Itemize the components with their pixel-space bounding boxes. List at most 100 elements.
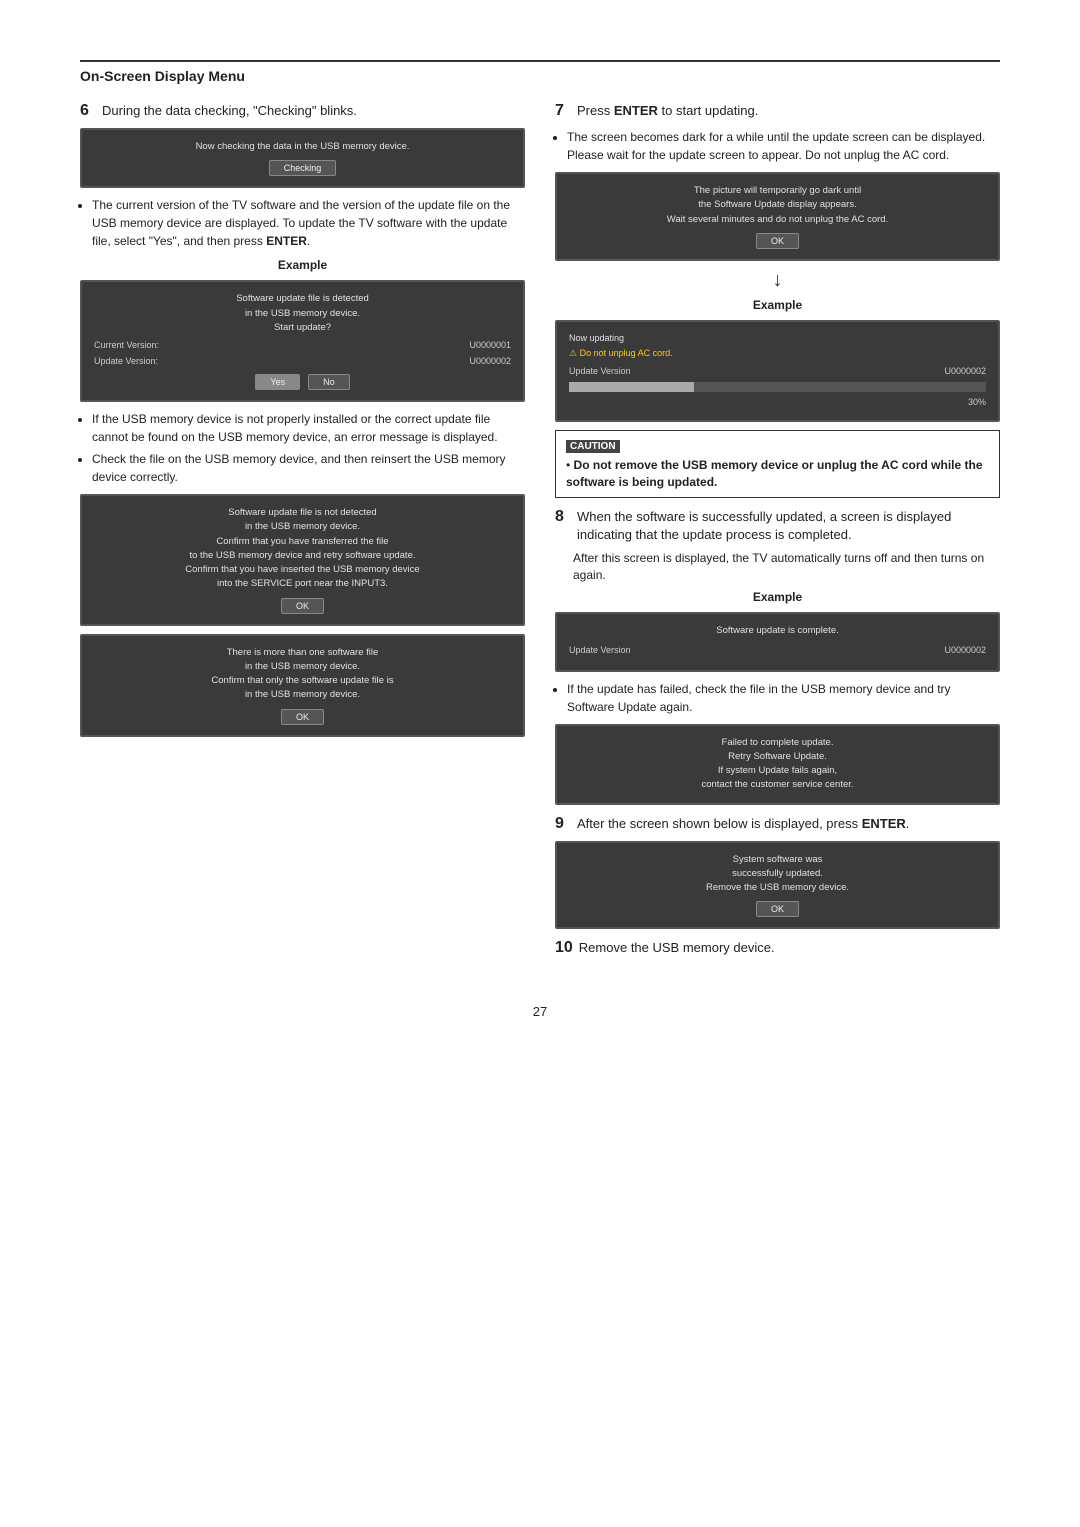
step9-screen1: System software was successfully updated… [555,841,1000,930]
step6-current-version-label: Current Version: [94,339,159,353]
step8-update-version-label: Update Version [569,644,631,658]
step7-screen1-line2: the Software Update display appears. [569,198,986,212]
step6-example-label: Example [80,258,525,272]
caution-title: CAUTION [566,440,620,453]
step6-screen4-body: There is more than one software file in … [94,646,511,703]
step8-update-version-value: U0000002 [944,644,986,658]
step6-bullets2: If the USB memory device is not properly… [92,410,525,486]
step9-text: After the screen shown below is displaye… [577,815,909,833]
step8-subtext: After this screen is displayed, the TV a… [573,550,1000,584]
step6-screen4-line2: in the USB memory device. [94,660,511,674]
step7-number: 7 [555,102,571,120]
step6-screen2-line3: Start update? [94,321,511,335]
step6-yes-btn: Yes [255,374,300,390]
step6-bullets: The current version of the TV software a… [92,196,525,250]
step8-text: When the software is successfully update… [577,508,1000,544]
step9-ok-btn: OK [756,901,799,917]
right-column: 7 Press ENTER to start updating. The scr… [555,102,1000,964]
step10-header: 10 Remove the USB memory device. [555,939,1000,957]
step7-screen1-line1: The picture will temporarily go dark unt… [569,184,986,198]
step6-text: During the data checking, "Checking" bli… [102,102,357,120]
step10-text: Remove the USB memory device. [579,939,775,957]
step8-screen1-line1: Software update is complete. [569,624,986,638]
arrow-down-icon: ↓ [555,269,1000,292]
step8-screen2-body: Failed to complete update. Retry Softwar… [569,736,986,793]
step6-screen3-line5: Confirm that you have inserted the USB m… [94,563,511,577]
step6-no-btn: No [308,374,350,390]
step8-number: 8 [555,508,571,544]
page-number: 27 [80,1004,1000,1019]
step8-bullets: If the update has failed, check the file… [567,680,1000,716]
step7-now-updating: Now updating [569,332,986,346]
step8-screen2-line1: Failed to complete update. [569,736,986,750]
step8-screen2: Failed to complete update. Retry Softwar… [555,724,1000,805]
step7-screen1-ok-btn: OK [756,233,799,249]
step6-screen3-line3: Confirm that you have transferred the fi… [94,535,511,549]
step7-bullet1: The screen becomes dark for a while unti… [567,128,1000,164]
step9-screen1-line2: successfully updated. [569,867,986,881]
section-header: On-Screen Display Menu [80,60,1000,84]
step10-number: 10 [555,939,573,957]
step6-screen4-line3: Confirm that only the software update fi… [94,674,511,688]
step7-screen1: The picture will temporarily go dark unt… [555,172,1000,261]
step9-screen1-line3: Remove the USB memory device. [569,881,986,895]
step6-screen3-ok-btn: OK [281,598,324,614]
step6-screen3-line1: Software update file is not detected [94,506,511,520]
step6-screen4-ok-btn: OK [281,709,324,725]
step9-screen1-line1: System software was [569,853,986,867]
left-column: 6 During the data checking, "Checking" b… [80,102,525,964]
step6-bullet2: If the USB memory device is not properly… [92,410,525,446]
step7-warning: ⚠ Do not unplug AC cord. [569,347,986,361]
step8-screen2-line4: contact the customer service center. [569,778,986,792]
step7-update-version-value: U0000002 [944,365,986,379]
step6-screen2: Software update file is detected in the … [80,280,525,402]
step6-current-version-value: U0000001 [469,339,511,353]
caution-box: CAUTION • Do not remove the USB memory d… [555,430,1000,498]
step7-progress-bar [569,382,986,392]
step6-number: 6 [80,102,96,120]
caution-text: • Do not remove the USB memory device or… [566,457,989,491]
step6-screen4-line4: in the USB memory device. [94,688,511,702]
step9-number: 9 [555,815,571,833]
step6-screen2-body: Software update file is detected in the … [94,292,511,368]
step7-progress-fill [569,382,694,392]
step8-screen1-body: Software update is complete. Update Vers… [569,624,986,658]
step7-screen2: Now updating ⚠ Do not unplug AC cord. Up… [555,320,1000,422]
step8-screen2-line2: Retry Software Update. [569,750,986,764]
step8-example-label: Example [555,590,1000,604]
main-content: 6 During the data checking, "Checking" b… [80,102,1000,964]
step6-update-version-value: U0000002 [469,355,511,369]
step7-bullets: The screen becomes dark for a while unti… [567,128,1000,164]
step7-text: Press ENTER to start updating. [577,102,758,120]
step8-screen2-line3: If system Update fails again, [569,764,986,778]
step7-example-label: Example [555,298,1000,312]
step7-update-version-label: Update Version [569,365,631,379]
section-title: On-Screen Display Menu [80,68,245,84]
step7-screen2-body: Now updating ⚠ Do not unplug AC cord. Up… [569,332,986,410]
step6-update-version-label: Update Version: [94,355,158,369]
step7-progress-percent: 30% [569,396,986,410]
step6-bullet1: The current version of the TV software a… [92,196,525,250]
step6-screen1-body: Now checking the data in the USB memory … [94,140,511,154]
step7-screen1-body: The picture will temporarily go dark unt… [569,184,986,227]
step8-header: 8 When the software is successfully upda… [555,508,1000,544]
step6-screen4-line1: There is more than one software file [94,646,511,660]
step8-screen1: Software update is complete. Update Vers… [555,612,1000,672]
step6-screen3: Software update file is not detected in … [80,494,525,626]
step7-screen1-line3: Wait several minutes and do not unplug t… [569,213,986,227]
step6-screen1: Now checking the data in the USB memory … [80,128,525,188]
step6-screen3-body: Software update file is not detected in … [94,506,511,592]
step7-header: 7 Press ENTER to start updating. [555,102,1000,120]
step6-checking-btn: Checking [269,160,337,176]
step9-header: 9 After the screen shown below is displa… [555,815,1000,833]
step8-bullet1: If the update has failed, check the file… [567,680,1000,716]
step9-screen1-body: System software was successfully updated… [569,853,986,896]
step6-screen2-line2: in the USB memory device. [94,307,511,321]
step6-screen3-line2: in the USB memory device. [94,520,511,534]
step6-header: 6 During the data checking, "Checking" b… [80,102,525,120]
step6-screen4: There is more than one software file in … [80,634,525,737]
step6-screen3-line6: into the SERVICE port near the INPUT3. [94,577,511,591]
step6-screen3-line4: to the USB memory device and retry softw… [94,549,511,563]
step6-screen2-line1: Software update file is detected [94,292,511,306]
step6-bullet3: Check the file on the USB memory device,… [92,450,525,486]
